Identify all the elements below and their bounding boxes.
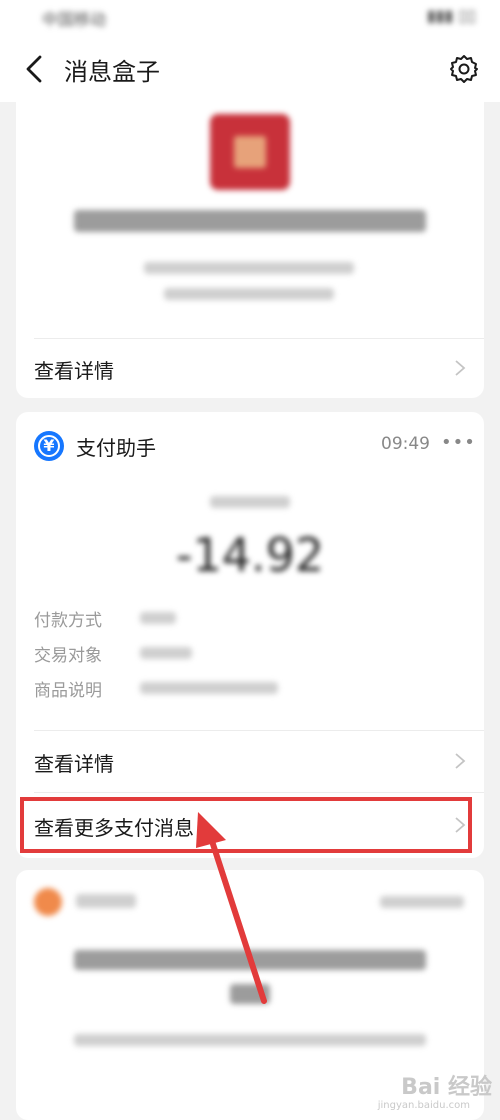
blurred-headline xyxy=(74,950,426,970)
view-details-row[interactable]: 查看详情 xyxy=(16,339,484,397)
app-icon xyxy=(34,888,62,916)
gear-icon[interactable] xyxy=(448,53,480,85)
divider xyxy=(34,730,484,731)
divider xyxy=(34,792,484,793)
blurred-time xyxy=(380,896,464,908)
battery-time: ▮▮▮ ▯▯ xyxy=(426,6,476,25)
product-description-label: 商品说明 xyxy=(34,681,102,701)
view-more-payment-messages-row[interactable]: 查看更多支付消息 xyxy=(16,796,484,854)
counterparty-label: 交易对象 xyxy=(34,646,102,666)
carrier-label: 中国移动 xyxy=(42,10,107,29)
chevron-right-icon xyxy=(455,817,466,833)
view-details-row[interactable]: 查看详情 xyxy=(16,732,484,790)
yuan-icon: ¥ xyxy=(34,431,64,461)
card-title: 支付助手 xyxy=(76,436,156,460)
blurred-headline xyxy=(230,984,270,1004)
payment-assistant-card: ¥ 支付助手 09:49 ••• -14.92 付款方式 交易对象 商品说明 查… xyxy=(16,412,484,858)
blurred-title xyxy=(76,894,136,908)
blurred-line xyxy=(74,1034,426,1046)
nav-bar: 消息盒子 xyxy=(0,36,500,102)
view-details-label: 查看详情 xyxy=(34,359,114,383)
blurred-value xyxy=(140,682,278,694)
message-time: 09:49 xyxy=(381,434,430,454)
payment-amount: -14.92 xyxy=(175,528,325,582)
blurred-value xyxy=(140,647,192,659)
blurred-value xyxy=(140,612,176,624)
view-details-label: 查看详情 xyxy=(34,752,114,776)
blurred-line xyxy=(164,288,334,300)
chevron-right-icon xyxy=(455,753,466,769)
payment-method-label: 付款方式 xyxy=(34,611,102,631)
blurred-title xyxy=(74,210,426,232)
message-card-1: 查看详情 xyxy=(16,102,484,398)
chevron-right-icon xyxy=(455,360,466,376)
more-icon[interactable]: ••• xyxy=(441,432,476,453)
blurred-line xyxy=(144,262,354,274)
baidu-watermark-url: jingyan.baidu.com xyxy=(377,1100,470,1111)
blurred-line xyxy=(210,496,290,508)
status-bar: 中国移动 ▮▮▮ ▯▯ xyxy=(0,0,500,36)
page-title: 消息盒子 xyxy=(64,58,160,86)
back-arrow-icon[interactable] xyxy=(22,54,48,84)
view-more-label: 查看更多支付消息 xyxy=(34,816,194,840)
red-envelope-thumbnail xyxy=(210,114,290,190)
baidu-watermark: Bai 经验 xyxy=(401,1075,492,1100)
